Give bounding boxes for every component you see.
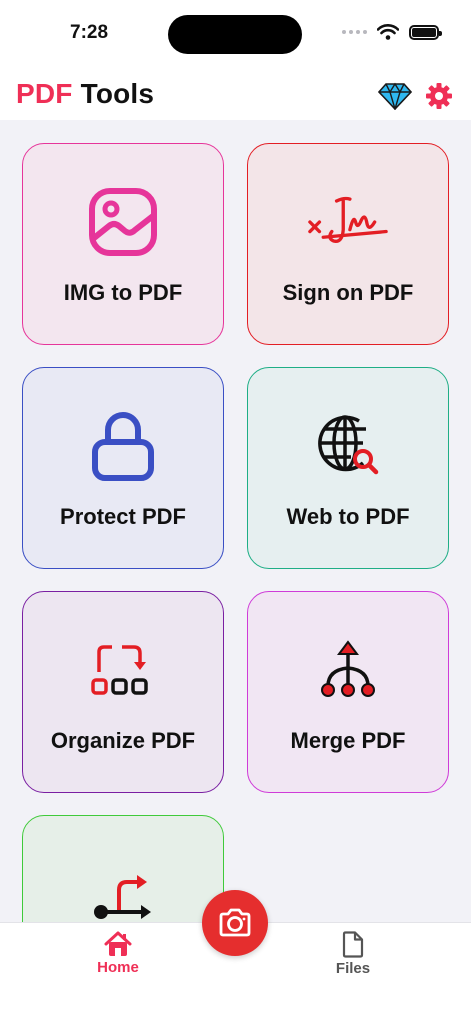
tool-img-to-pdf[interactable]: IMG to PDF <box>22 143 224 345</box>
tool-label: Web to PDF <box>286 504 410 529</box>
camera-icon <box>219 908 251 937</box>
image-icon <box>83 182 163 262</box>
file-icon <box>342 931 364 958</box>
battery-icon <box>409 24 442 40</box>
split-icon <box>83 854 163 922</box>
tool-web-to-pdf[interactable]: Web to PDF <box>247 367 449 569</box>
tool-label: Merge PDF <box>290 728 406 753</box>
diamond-icon <box>378 82 412 110</box>
gear-icon <box>426 83 452 109</box>
tool-sign-on-pdf[interactable]: Sign on PDF <box>247 143 449 345</box>
globe-search-icon <box>308 406 388 486</box>
tool-label: Protect PDF <box>60 504 186 529</box>
merge-icon <box>308 630 388 710</box>
app-title-tools: Tools <box>80 78 155 109</box>
dynamic-island <box>168 15 302 54</box>
tools-grid: IMG to PDF Sign on PDF Protect PDF Web t… <box>0 120 471 922</box>
tab-files[interactable]: Files <box>303 931 403 977</box>
status-icons <box>342 24 442 40</box>
camera-button[interactable] <box>202 890 268 956</box>
wifi-icon <box>377 24 399 40</box>
home-icon <box>104 931 132 956</box>
tab-home[interactable]: Home <box>68 931 168 976</box>
tool-label: Sign on PDF <box>282 280 414 305</box>
tab-files-label: Files <box>335 960 371 977</box>
tool-organize-pdf[interactable]: Organize PDF <box>22 591 224 793</box>
tab-home-label: Home <box>97 959 139 976</box>
signature-icon <box>308 182 388 262</box>
status-time: 7:28 <box>70 22 109 43</box>
tool-label: IMG to PDF <box>63 280 183 305</box>
tool-split-pdf[interactable] <box>22 815 224 922</box>
status-bar: 7:28 <box>0 0 471 70</box>
app-header: PDF Tools <box>0 70 471 120</box>
tool-label: Organize PDF <box>50 728 196 753</box>
premium-button[interactable] <box>377 78 413 114</box>
lock-icon <box>83 406 163 486</box>
organize-icon <box>83 630 163 710</box>
tool-merge-pdf[interactable]: Merge PDF <box>247 591 449 793</box>
tool-protect-pdf[interactable]: Protect PDF <box>22 367 224 569</box>
app-title: PDF Tools <box>16 78 154 110</box>
settings-button[interactable] <box>421 78 457 114</box>
app-title-pdf: PDF <box>16 78 73 109</box>
signal-icon <box>342 30 367 34</box>
